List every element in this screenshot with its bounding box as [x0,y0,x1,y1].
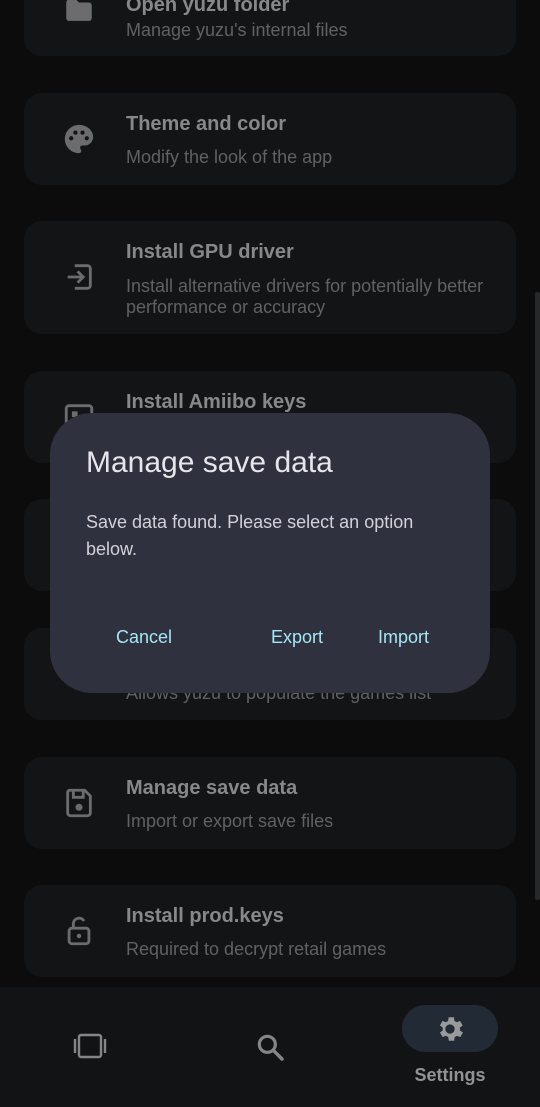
export-button[interactable]: Export [271,623,323,651]
dialog-message: Save data found. Please select an option… [86,512,414,559]
cancel-button[interactable]: Cancel [116,623,172,651]
import-button[interactable]: Import [378,623,429,651]
manage-save-dialog: Manage save data Save data found. Please… [50,413,490,693]
dialog-title: Manage save data [86,446,333,479]
